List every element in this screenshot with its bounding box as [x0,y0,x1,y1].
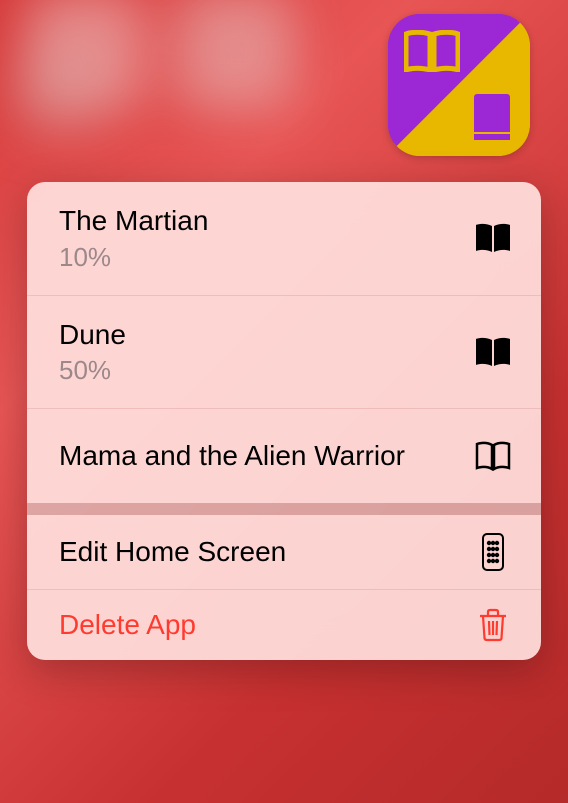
book-progress: 50% [59,355,453,386]
book-progress: 10% [59,242,453,273]
book-item[interactable]: Mama and the Alien Warrior [27,409,541,503]
closed-book-icon [474,94,510,140]
open-book-icon [404,30,460,72]
system-actions-section: Edit Home Screen [27,515,541,660]
edit-home-screen-button[interactable]: Edit Home Screen [27,515,541,590]
book-title: Dune [59,318,453,352]
trash-icon [473,608,513,642]
reading-book-icon [473,337,513,367]
menu-label: Edit Home Screen [59,535,453,569]
book-title: The Martian [59,204,453,238]
book-title: Mama and the Alien Warrior [59,431,453,481]
reading-book-icon [473,223,513,253]
delete-app-button[interactable]: Delete App [27,590,541,660]
app-icon[interactable] [388,14,530,156]
section-divider [27,503,541,515]
apps-grid-icon [473,533,513,571]
context-menu: The Martian 10% Dune 50% [27,182,541,660]
book-shortcuts-section: The Martian 10% Dune 50% [27,182,541,503]
unread-book-icon [473,441,513,471]
book-item[interactable]: The Martian 10% [27,182,541,296]
menu-label: Delete App [59,608,453,642]
book-item[interactable]: Dune 50% [27,296,541,410]
